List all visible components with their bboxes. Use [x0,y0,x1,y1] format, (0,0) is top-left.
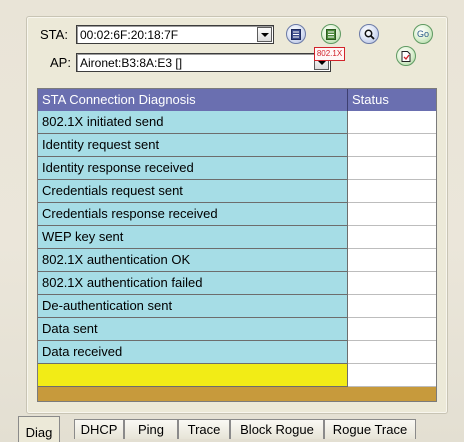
search-button[interactable] [359,24,379,44]
table-cell-name: 802.1X authentication OK [38,249,348,272]
table-cell-status [348,272,436,295]
tab-rogue-trace[interactable]: Rogue Trace [324,419,416,439]
table-cell-name: Identity request sent [38,134,348,157]
list-button[interactable] [286,24,306,44]
table-header: STA Connection Diagnosis Status [38,89,436,111]
sta-select-value: 00:02:6F:20:18:7F [80,28,179,42]
table-cell-status [348,318,436,341]
list-icon [291,29,301,40]
export-button[interactable] [396,46,416,66]
table-cell-status [348,295,436,318]
sta-select[interactable]: 00:02:6F:20:18:7F [76,25,274,44]
table-row[interactable]: WEP key sent [38,226,436,249]
tab-diag[interactable]: Diag [18,416,60,442]
table-cell-status [348,341,436,364]
document-icon [401,51,411,62]
tab-bar: Diag DHCP Ping Trace Block Rogue Rogue T… [0,416,464,442]
table-row[interactable]: 802.1X initiated send [38,111,436,134]
table-cell-name[interactable] [38,364,348,387]
8021x-badge[interactable]: 802.1X [314,47,345,61]
window-frame: STA: 00:02:6F:20:18:7F Go AP: Aironet:B3… [0,0,464,442]
table-cell-status [348,203,436,226]
table-cell-name: 802.1X authentication failed [38,272,348,295]
ap-label: AP: [50,55,71,70]
tab-trace[interactable]: Trace [178,419,230,439]
table-row[interactable]: De-authentication sent [38,295,436,318]
column-header-status[interactable]: Status [348,89,436,111]
table-row-new[interactable] [38,364,436,387]
go-button[interactable]: Go [413,24,433,44]
table-cell-name: Data received [38,341,348,364]
table-cell-name: Data sent [38,318,348,341]
table-row[interactable]: Credentials request sent [38,180,436,203]
ap-select[interactable]: Aironet:B3:8A:E3 [] [76,53,331,72]
table-row[interactable]: Identity request sent [38,134,436,157]
diagnosis-table: STA Connection Diagnosis Status 802.1X i… [37,88,437,402]
go-button-label: Go [416,29,429,39]
table-row[interactable]: Credentials response received [38,203,436,226]
chevron-down-icon[interactable] [257,27,272,42]
table-row[interactable]: Data sent [38,318,436,341]
table-cell-name: Credentials response received [38,203,348,226]
table-cell-status [348,180,436,203]
notes-icon [326,29,336,40]
table-cell-status [348,249,436,272]
column-header-diagnosis[interactable]: STA Connection Diagnosis [38,89,348,111]
table-cell-status [348,157,436,180]
tab-dhcp[interactable]: DHCP [74,419,124,439]
tab-ping[interactable]: Ping [124,419,178,439]
search-icon [364,29,375,40]
table-row[interactable]: Identity response received [38,157,436,180]
table-row[interactable]: Data received [38,341,436,364]
table-cell-name: Identity response received [38,157,348,180]
table-row[interactable]: 802.1X authentication failed [38,272,436,295]
table-row[interactable]: 802.1X authentication OK [38,249,436,272]
sta-label: STA: [40,27,68,42]
table-cell-name: Credentials request sent [38,180,348,203]
table-cell-status [348,134,436,157]
table-cell-name: De-authentication sent [38,295,348,318]
8021x-badge-label: 802.1X [316,49,343,58]
table-cell-name: 802.1X initiated send [38,111,348,134]
table-cell-status [348,364,436,387]
table-cell-status [348,111,436,134]
table-cell-status [348,226,436,249]
notes-button[interactable] [321,24,341,44]
ap-select-value: Aironet:B3:8A:E3 [] [80,56,183,70]
tab-block-rogue[interactable]: Block Rogue [230,419,324,439]
table-cell-name: WEP key sent [38,226,348,249]
